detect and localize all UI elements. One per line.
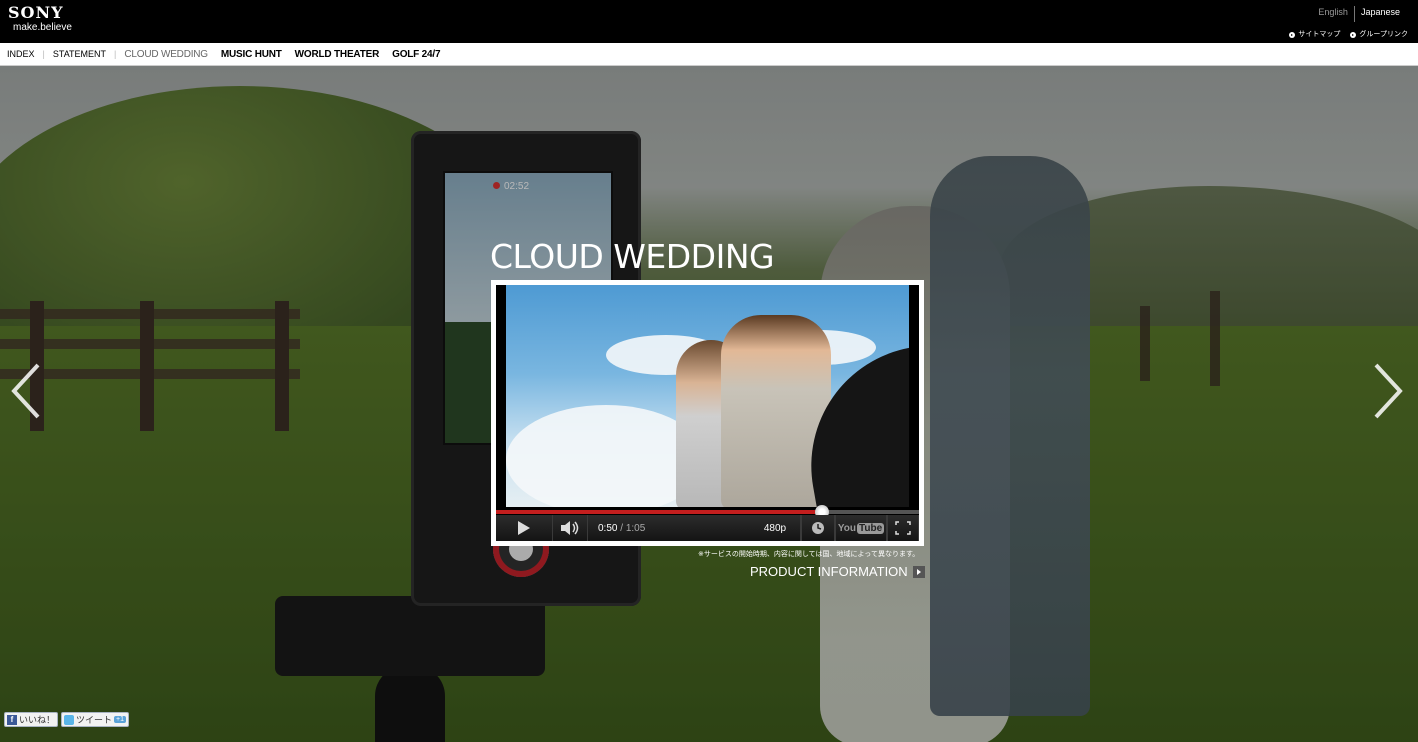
- like-label: いいね！: [19, 715, 56, 725]
- product-information-link[interactable]: PRODUCT INFORMATION: [750, 564, 925, 579]
- top-bar: SONY make.believe English Japanese サイトマッ…: [0, 0, 1418, 43]
- page-title: CLOUD WEDDING: [490, 237, 775, 276]
- youtube-you: You: [837, 522, 856, 534]
- youtube-tube: Tube: [857, 522, 885, 534]
- chevron-left-icon[interactable]: [10, 361, 42, 421]
- arrow-circle-icon: [1289, 32, 1296, 38]
- language-japanese-link[interactable]: Japanese: [1353, 6, 1406, 22]
- play-button[interactable]: [496, 515, 553, 541]
- current-time: 0:50: [598, 522, 618, 534]
- video-time-display: 0:50 / 1:05: [598, 522, 646, 534]
- video-frame[interactable]: [506, 285, 909, 507]
- plus-one-label: +1: [114, 716, 127, 723]
- quality-button[interactable]: 480p: [750, 515, 801, 541]
- nav-item-index[interactable]: INDEX: [7, 49, 35, 59]
- nav-item-statement[interactable]: STATEMENT: [53, 49, 106, 59]
- nav-item-golf[interactable]: GOLF 24/7: [392, 49, 440, 60]
- sitemap-link[interactable]: サイトマップ: [1289, 30, 1340, 40]
- service-note: ※サービスの開始時期、内容に関しては国、地域によって異なります。: [698, 551, 920, 558]
- nav-divider: |: [42, 49, 45, 59]
- clock-icon: [812, 522, 824, 534]
- tweet-button[interactable]: ツイート +1: [61, 712, 130, 727]
- language-switcher: English Japanese: [1312, 6, 1406, 22]
- group-link[interactable]: グループリンク: [1350, 30, 1408, 40]
- video-progress-fill: [496, 510, 822, 514]
- utility-links: サイトマップ グループリンク: [1289, 30, 1408, 40]
- group-link-label: グループリンク: [1359, 31, 1408, 38]
- twitter-icon: [64, 714, 75, 725]
- facebook-like-button[interactable]: f いいね！: [4, 712, 59, 727]
- video-controls: 0:50 / 1:05 480p You Tube: [496, 515, 919, 541]
- volume-button[interactable]: [553, 515, 588, 541]
- fullscreen-button[interactable]: [887, 515, 919, 541]
- sitemap-label: サイトマップ: [1298, 31, 1341, 38]
- video-progress-bar[interactable]: [496, 505, 919, 519]
- arrow-circle-icon: [1350, 32, 1357, 38]
- fullscreen-icon: [895, 521, 911, 535]
- volume-icon: [561, 521, 579, 535]
- facebook-icon: f: [7, 714, 17, 725]
- nav-item-music-hunt[interactable]: MUSIC HUNT: [221, 49, 282, 60]
- sony-logo[interactable]: SONY: [8, 5, 64, 21]
- nav-item-cloud-wedding[interactable]: CLOUD WEDDING: [124, 49, 208, 60]
- video-player[interactable]: 0:50 / 1:05 480p You Tube: [491, 280, 924, 546]
- tweet-label: ツイート: [76, 715, 113, 725]
- tagline: make.believe: [13, 22, 72, 33]
- watch-later-button[interactable]: [801, 515, 835, 541]
- arrow-right-icon: [912, 565, 925, 578]
- chevron-right-icon[interactable]: [1372, 361, 1404, 421]
- duration: 1:05: [625, 522, 646, 534]
- social-buttons: f いいね！ ツイート +1: [4, 712, 130, 727]
- product-information-label: PRODUCT INFORMATION: [750, 564, 908, 579]
- play-icon: [518, 521, 530, 535]
- nav-item-world-theater[interactable]: WORLD THEATER: [295, 49, 380, 60]
- main-nav: INDEX | STATEMENT | CLOUD WEDDING MUSIC …: [0, 43, 1418, 66]
- youtube-logo[interactable]: You Tube: [835, 515, 887, 541]
- language-english-link[interactable]: English: [1312, 6, 1354, 22]
- nav-divider: |: [114, 49, 117, 59]
